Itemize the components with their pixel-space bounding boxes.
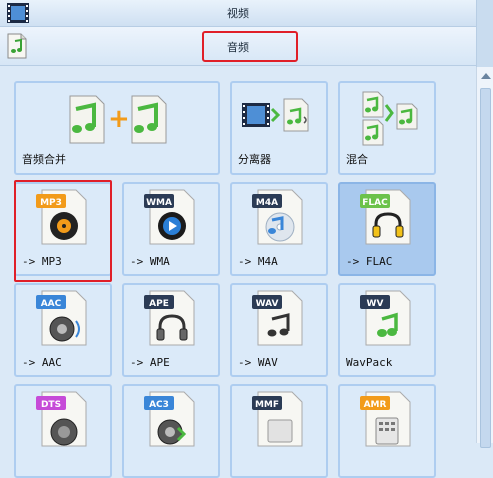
svg-text:FLAC: FLAC: [362, 198, 388, 208]
tile-m4a[interactable]: M4A -> M4A: [230, 182, 328, 276]
tile-wavpack[interactable]: WV WavPack: [338, 283, 436, 377]
tile-flac-label: -> FLAC: [346, 255, 393, 268]
video-category-label: 视频: [227, 7, 249, 20]
svg-text:M4A: M4A: [256, 198, 278, 208]
tile-wav-label: -> WAV: [238, 356, 278, 369]
svg-text:WAV: WAV: [256, 299, 279, 309]
tile-wav[interactable]: WAV -> WAV: [230, 283, 328, 377]
svg-text:WV: WV: [367, 299, 384, 309]
tile-audio-merge[interactable]: + 音频合并: [14, 81, 220, 175]
mmf-file-icon: MMF: [252, 391, 303, 447]
video-splitter-icon: [242, 98, 309, 132]
wma-file-icon: WMA: [144, 189, 195, 245]
svg-text:APE: APE: [149, 299, 169, 309]
tile-amr[interactable]: AMR: [338, 384, 436, 478]
video-category-bar[interactable]: 视频: [0, 0, 476, 27]
m4a-file-icon: M4A: [252, 189, 303, 245]
svg-text:MMF: MMF: [255, 400, 279, 410]
svg-text:WMA: WMA: [146, 198, 172, 208]
tile-wavpack-label: WavPack: [346, 356, 393, 369]
tile-ac3[interactable]: AC3: [122, 384, 220, 478]
svg-text:DTS: DTS: [41, 400, 61, 410]
svg-text:+: +: [108, 104, 130, 134]
scrollbar-thumb[interactable]: [480, 88, 491, 448]
wavpack-file-icon: WV: [360, 290, 411, 346]
mp3-file-icon: MP3: [36, 189, 87, 245]
vertical-scrollbar[interactable]: [476, 67, 493, 448]
music-merge-icon: +: [69, 95, 167, 144]
tile-mp3-label: -> MP3: [22, 255, 62, 268]
tile-wma-label: -> WMA: [130, 255, 170, 268]
audio-mix-icon: [362, 91, 418, 146]
tile-dts[interactable]: DTS: [14, 384, 112, 478]
tile-flac[interactable]: FLAC -> FLAC: [338, 182, 436, 276]
flac-file-icon: FLAC: [360, 189, 411, 245]
header-right-strip: [476, 0, 493, 67]
tile-mmf[interactable]: MMF: [230, 384, 328, 478]
svg-text:AMR: AMR: [364, 400, 387, 410]
svg-text:AAC: AAC: [41, 299, 62, 309]
tile-ape[interactable]: APE -> APE: [122, 283, 220, 377]
tile-mix-label: 混合: [346, 153, 368, 166]
tile-aac[interactable]: AAC -> AAC: [14, 283, 112, 377]
audio-highlight-box: [202, 31, 298, 62]
svg-text:AC3: AC3: [149, 400, 169, 410]
tile-wma[interactable]: WMA -> WMA: [122, 182, 220, 276]
tile-audio-merge-label: 音频合并: [22, 153, 66, 166]
scroll-up-arrow-icon[interactable]: [481, 73, 491, 79]
aac-file-icon: AAC: [36, 290, 87, 346]
ac3-file-icon: AC3: [144, 391, 195, 447]
tile-splitter[interactable]: 分离器: [230, 81, 328, 175]
tile-ape-label: -> APE: [130, 356, 170, 369]
amr-file-icon: AMR: [360, 391, 411, 447]
tile-aac-label: -> AAC: [22, 356, 62, 369]
tile-splitter-label: 分离器: [238, 153, 271, 166]
wav-file-icon: WAV: [252, 290, 303, 346]
svg-text:MP3: MP3: [40, 198, 62, 208]
tile-mix[interactable]: 混合: [338, 81, 436, 175]
tile-mp3[interactable]: MP3 -> MP3: [14, 182, 112, 276]
dts-file-icon: DTS: [36, 391, 87, 447]
tile-m4a-label: -> M4A: [238, 255, 278, 268]
ape-file-icon: APE: [144, 290, 195, 346]
